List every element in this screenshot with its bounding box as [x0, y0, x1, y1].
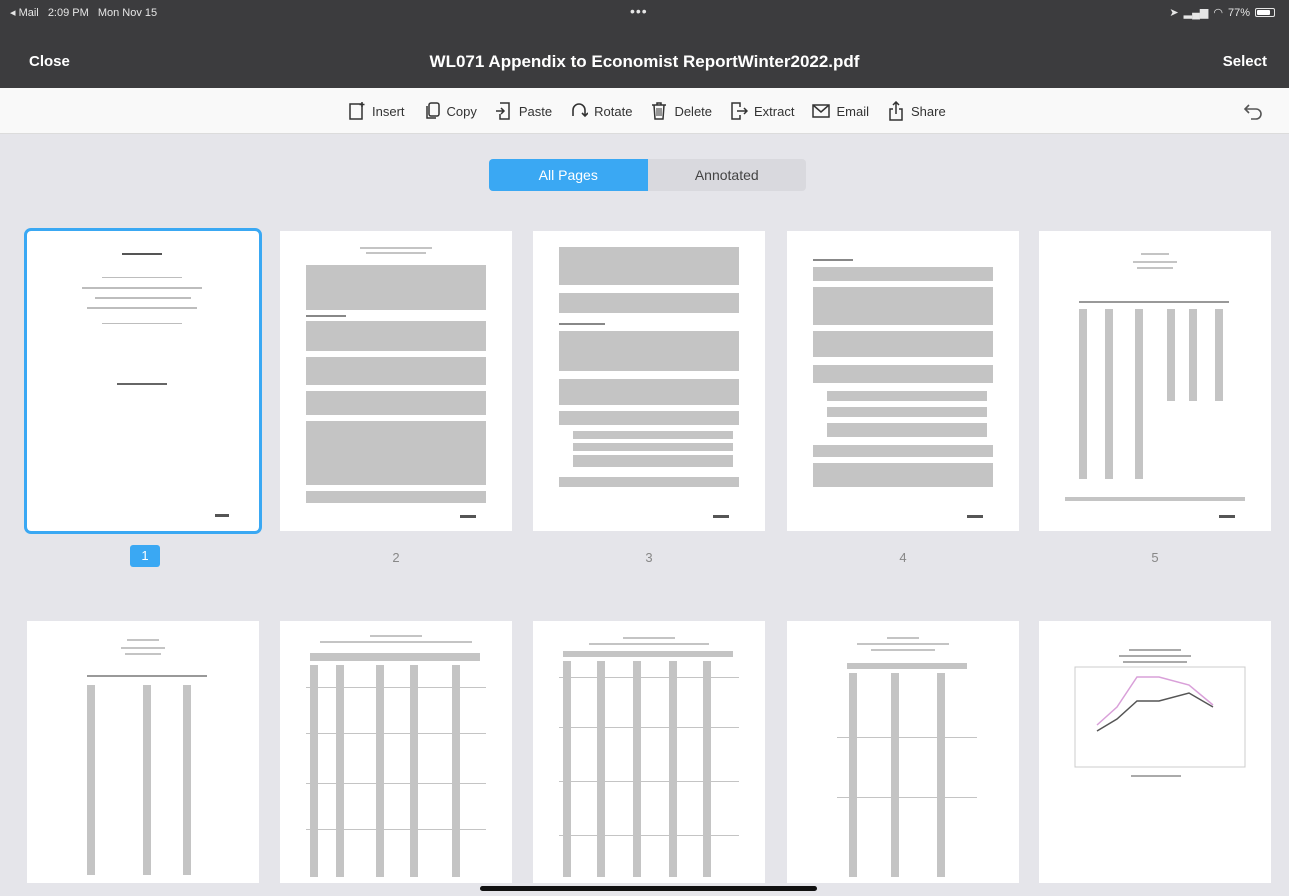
status-left: ◂ Mail 2:09 PM Mon Nov 15 [10, 6, 163, 19]
table-page-preview [837, 637, 977, 877]
rotate-label: Rotate [594, 103, 633, 119]
text-page-preview [813, 259, 993, 518]
page-thumbnail-2[interactable] [280, 231, 512, 531]
table-page-preview [306, 635, 486, 877]
trash-icon [652, 102, 667, 120]
insert-icon [349, 102, 365, 120]
back-to-app-link[interactable]: ◂ Mail [10, 7, 39, 19]
paste-button[interactable]: Paste [495, 101, 552, 121]
page-filter-segment: All Pages Annotated [489, 159, 806, 191]
location-icon: ➤ [1169, 7, 1179, 19]
delete-button[interactable]: Delete [650, 101, 712, 121]
status-date: Mon Nov 15 [97, 7, 158, 19]
top-bar: ◂ Mail 2:09 PM Mon Nov 15 ••• ➤ ▂▄▆ ◠ 77… [0, 0, 1289, 88]
copy-label: Copy [446, 103, 477, 119]
email-button[interactable]: Email [812, 101, 869, 121]
battery-percent: 77% [1227, 6, 1250, 19]
nav-bar: Close WL071 Appendix to Economist Report… [0, 44, 1289, 80]
extract-button[interactable]: Extract [730, 101, 794, 121]
table-page-preview [559, 637, 739, 877]
page-number-4[interactable]: 4 [888, 550, 918, 565]
status-right: ➤ ▂▄▆ ◠ 77% [1169, 6, 1275, 19]
rotate-button[interactable]: Rotate [570, 101, 632, 121]
multitasking-dots-icon[interactable]: ••• [630, 3, 648, 19]
page-thumbnail-10[interactable] [1039, 621, 1271, 883]
segment-all-pages[interactable]: All Pages [489, 159, 648, 191]
extract-icon [731, 102, 749, 120]
home-indicator[interactable] [480, 886, 817, 891]
status-bar: ◂ Mail 2:09 PM Mon Nov 15 ••• ➤ ▂▄▆ ◠ 77… [0, 0, 1289, 22]
paste-icon [495, 102, 510, 120]
text-page-preview [306, 247, 486, 518]
page-thumbnail-1[interactable] [24, 228, 262, 534]
insert-button[interactable]: Insert [348, 101, 405, 121]
page-number-3[interactable]: 3 [634, 550, 664, 565]
page-number-1[interactable]: 1 [130, 545, 160, 567]
table-page-preview [87, 639, 207, 875]
page-thumbnail-9[interactable] [787, 621, 1019, 883]
status-time: 2:09 PM [47, 7, 89, 19]
page-thumbnail-4[interactable] [787, 231, 1019, 531]
battery-icon [1255, 8, 1275, 17]
page-thumbnail-3[interactable] [533, 231, 765, 531]
signal-icon: ▂▄▆ [1183, 7, 1209, 19]
email-label: Email [836, 103, 869, 119]
line-chart-page-preview [1074, 649, 1246, 777]
segment-annotated[interactable]: Annotated [648, 159, 807, 191]
document-title: WL071 Appendix to Economist ReportWinter… [429, 52, 860, 71]
page-thumbnail-5[interactable] [1039, 231, 1271, 531]
page-thumbnail-8[interactable] [533, 621, 765, 883]
extract-label: Extract [754, 103, 795, 119]
copy-button[interactable]: Copy [423, 101, 477, 121]
share-icon [889, 101, 903, 121]
delete-label: Delete [674, 103, 713, 119]
page-number-2[interactable]: 2 [381, 550, 411, 565]
copy-icon [425, 102, 440, 119]
share-button[interactable]: Share [887, 101, 946, 121]
page-number-5[interactable]: 5 [1140, 550, 1170, 565]
paste-label: Paste [518, 103, 553, 119]
text-page-preview [559, 247, 739, 518]
undo-icon[interactable] [1243, 102, 1263, 120]
rotate-icon [572, 103, 589, 118]
page-thumbnail-6[interactable] [27, 621, 259, 883]
page-toolbar: Insert Copy Paste Rotate Delete Extract … [0, 88, 1289, 134]
envelope-icon [812, 104, 831, 118]
page-thumbnail-7[interactable] [280, 621, 512, 883]
wifi-icon: ◠ [1213, 7, 1223, 19]
select-button[interactable]: Select [1223, 53, 1267, 70]
insert-label: Insert [372, 103, 405, 119]
share-label: Share [911, 103, 946, 119]
table-page-preview [1065, 253, 1245, 518]
